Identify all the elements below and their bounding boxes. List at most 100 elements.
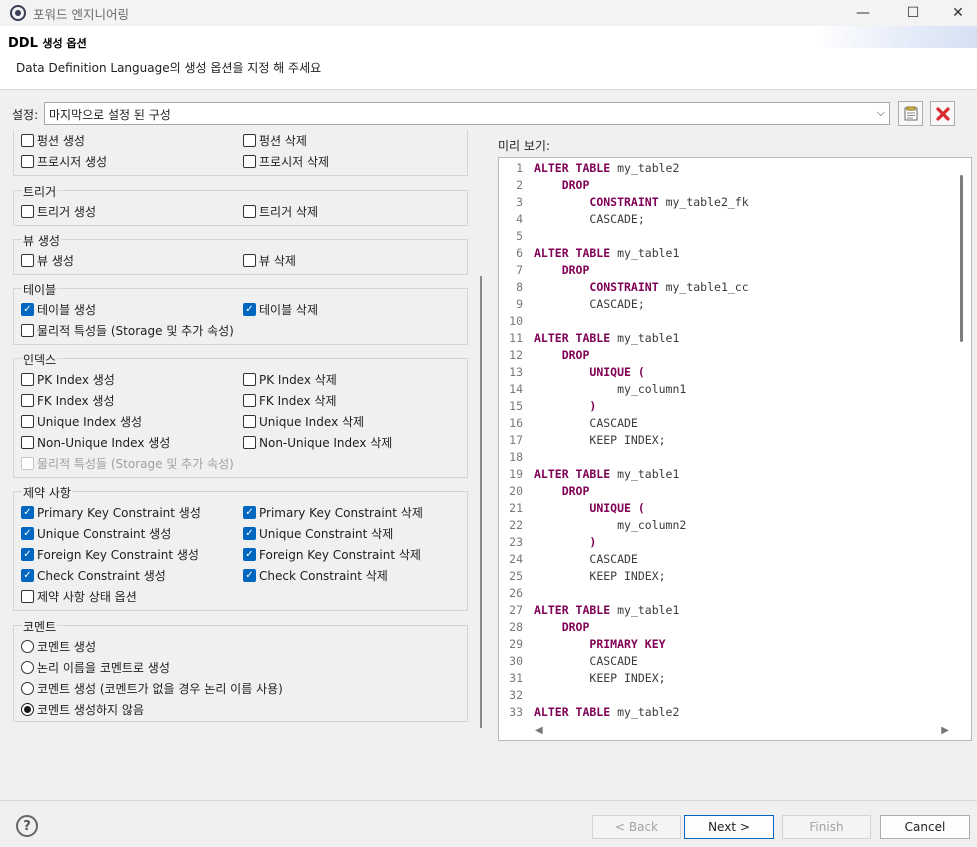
checkbox[interactable] bbox=[21, 155, 34, 168]
option-trigger-drop[interactable]: 트리거 삭제 bbox=[243, 203, 318, 220]
option-unique-constraint-create[interactable]: ✓ Unique Constraint 생성 bbox=[21, 525, 171, 542]
option-unique-index-create[interactable]: Unique Index 생성 bbox=[21, 413, 142, 430]
option-fk-index-drop[interactable]: FK Index 삭제 bbox=[243, 392, 337, 409]
checkbox[interactable] bbox=[21, 324, 34, 337]
option-table-create[interactable]: ✓ 테이블 생성 bbox=[21, 301, 96, 318]
option-label: 펑션 삭제 bbox=[259, 134, 307, 148]
checkbox[interactable] bbox=[21, 436, 34, 449]
checkbox-checked[interactable]: ✓ bbox=[21, 569, 34, 582]
checkbox[interactable] bbox=[21, 373, 34, 386]
options-scrollbar[interactable] bbox=[480, 276, 482, 728]
radio[interactable] bbox=[21, 661, 34, 674]
code-line: 22 my_column2 bbox=[499, 517, 959, 534]
settings-dropdown[interactable]: 마지막으로 설정 된 구성 ⌵ bbox=[44, 102, 890, 125]
checkbox[interactable] bbox=[21, 590, 34, 603]
code-line: 7 DROP bbox=[499, 262, 959, 279]
checkbox[interactable] bbox=[21, 415, 34, 428]
save-config-icon bbox=[904, 106, 917, 120]
checkbox[interactable] bbox=[21, 254, 34, 267]
checkbox[interactable] bbox=[21, 394, 34, 407]
option-fk-constraint-create[interactable]: ✓ Foreign Key Constraint 생성 bbox=[21, 546, 199, 563]
option-fk-index-create[interactable]: FK Index 생성 bbox=[21, 392, 115, 409]
radio-selected[interactable] bbox=[21, 703, 34, 716]
footer-divider bbox=[0, 800, 977, 801]
checkbox[interactable] bbox=[243, 254, 256, 267]
close-button[interactable]: ✕ bbox=[935, 0, 977, 26]
page-title-suffix: 생성 옵션 bbox=[42, 37, 87, 50]
option-nonunique-index-drop[interactable]: Non-Unique Index 삭제 bbox=[243, 434, 392, 451]
option-pk-index-create[interactable]: PK Index 생성 bbox=[21, 371, 115, 388]
option-pk-index-drop[interactable]: PK Index 삭제 bbox=[243, 371, 337, 388]
checkbox[interactable] bbox=[243, 205, 256, 218]
option-view-create[interactable]: 뷰 생성 bbox=[21, 252, 74, 269]
checkbox-checked[interactable]: ✓ bbox=[21, 527, 34, 540]
checkbox[interactable] bbox=[243, 155, 256, 168]
option-check-constraint-create[interactable]: ✓ Check Constraint 생성 bbox=[21, 567, 166, 584]
option-constraint-state[interactable]: 제약 사항 상태 옵션 bbox=[21, 588, 137, 605]
option-procedure-drop[interactable]: 프로시저 삭제 bbox=[243, 153, 329, 170]
option-unique-index-drop[interactable]: Unique Index 삭제 bbox=[243, 413, 364, 430]
minimize-button[interactable]: — bbox=[840, 0, 886, 26]
finish-button[interactable]: Finish bbox=[782, 815, 871, 839]
checkbox-checked[interactable]: ✓ bbox=[243, 527, 256, 540]
option-comment-fallback[interactable]: 코멘트 생성 (코멘트가 없을 경우 논리 이름 사용) bbox=[21, 680, 283, 697]
option-label: Primary Key Constraint 생성 bbox=[37, 506, 201, 520]
preview-horizontal-scrollbar[interactable]: ◀ ▶ bbox=[499, 723, 971, 740]
option-comment-logical[interactable]: 논리 이름을 코멘트로 생성 bbox=[21, 659, 170, 676]
option-function-drop[interactable]: 펑션 삭제 bbox=[243, 132, 307, 149]
option-table-physical[interactable]: 물리적 특성들 (Storage 및 추가 속성) bbox=[21, 322, 234, 339]
option-trigger-create[interactable]: 트리거 생성 bbox=[21, 203, 96, 220]
checkbox[interactable] bbox=[243, 373, 256, 386]
radio[interactable] bbox=[21, 682, 34, 695]
checkbox-checked[interactable]: ✓ bbox=[21, 506, 34, 519]
line-number: 32 bbox=[509, 688, 523, 702]
checkbox[interactable] bbox=[21, 205, 34, 218]
line-number: 33 bbox=[509, 705, 523, 719]
back-button[interactable]: < Back bbox=[592, 815, 681, 839]
option-unique-constraint-drop[interactable]: ✓ Unique Constraint 삭제 bbox=[243, 525, 393, 542]
constraint-group: 제약 사항 ✓ Primary Key Constraint 생성 ✓ Primar… bbox=[13, 484, 468, 611]
code-keyword: DROP bbox=[561, 178, 590, 192]
next-button[interactable]: Next > bbox=[684, 815, 774, 839]
header-decoration bbox=[817, 26, 977, 48]
checkbox-checked[interactable]: ✓ bbox=[243, 506, 256, 519]
code-text: CONSTRAINT my_table1_cc bbox=[534, 279, 748, 296]
checkbox-checked[interactable]: ✓ bbox=[243, 548, 256, 561]
help-button[interactable]: ? bbox=[16, 815, 38, 837]
checkbox-checked[interactable]: ✓ bbox=[243, 569, 256, 582]
preview-editor[interactable]: 1 ALTER TABLE my_table2 2 DROP 3 CONSTRAINT… bbox=[498, 157, 972, 741]
code-text: KEEP INDEX; bbox=[534, 432, 665, 449]
option-procedure-create[interactable]: 프로시저 생성 bbox=[21, 153, 107, 170]
option-fk-constraint-drop[interactable]: ✓ Foreign Key Constraint 삭제 bbox=[243, 546, 421, 563]
option-pk-constraint-create[interactable]: ✓ Primary Key Constraint 생성 bbox=[21, 504, 201, 521]
checkbox[interactable] bbox=[21, 134, 34, 147]
checkbox-checked[interactable]: ✓ bbox=[243, 303, 256, 316]
save-config-button[interactable] bbox=[898, 101, 923, 126]
checkbox[interactable] bbox=[243, 415, 256, 428]
checkbox[interactable] bbox=[243, 394, 256, 407]
code-identifier: my_table1 bbox=[610, 467, 680, 481]
radio[interactable] bbox=[21, 640, 34, 653]
option-view-drop[interactable]: 뷰 삭제 bbox=[243, 252, 296, 269]
option-check-constraint-drop[interactable]: ✓ Check Constraint 삭제 bbox=[243, 567, 388, 584]
checkbox-checked[interactable]: ✓ bbox=[21, 548, 34, 561]
group-title: 테이블 bbox=[22, 281, 58, 298]
maximize-button[interactable]: ☐ bbox=[890, 0, 936, 26]
option-pk-constraint-drop[interactable]: ✓ Primary Key Constraint 삭제 bbox=[243, 504, 423, 521]
preview-vertical-scrollbar[interactable] bbox=[960, 175, 963, 342]
checkbox[interactable] bbox=[243, 436, 256, 449]
checkbox-checked[interactable]: ✓ bbox=[21, 303, 34, 316]
delete-config-button[interactable] bbox=[930, 101, 955, 126]
option-nonunique-index-create[interactable]: Non-Unique Index 생성 bbox=[21, 434, 170, 451]
option-table-drop[interactable]: ✓ 테이블 삭제 bbox=[243, 301, 318, 318]
option-function-create[interactable]: 펑션 생성 bbox=[21, 132, 85, 149]
option-comment-none[interactable]: 코멘트 생성하지 않음 bbox=[21, 701, 144, 718]
checkbox[interactable] bbox=[243, 134, 256, 147]
code-text: DROP bbox=[534, 262, 590, 279]
scroll-right-icon[interactable]: ▶ bbox=[941, 725, 949, 736]
option-comment-create[interactable]: 코멘트 생성 bbox=[21, 638, 96, 655]
code-line: 31 KEEP INDEX; bbox=[499, 670, 959, 687]
scroll-left-icon[interactable]: ◀ bbox=[535, 725, 543, 736]
cancel-button[interactable]: Cancel bbox=[880, 815, 970, 839]
